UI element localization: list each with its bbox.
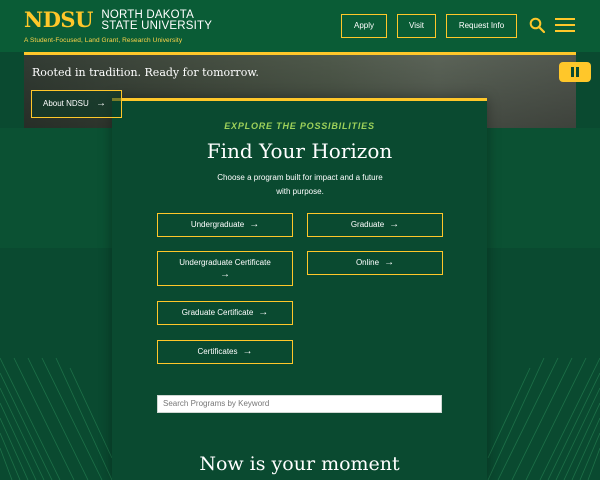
arrow-right-icon: → — [249, 219, 260, 230]
program-search-input[interactable]: Search Programs by Keyword — [157, 395, 442, 413]
program-finder-panel: EXPLORE THE POSSIBILITIES Find Your Hori… — [112, 98, 487, 480]
eyebrow-text: EXPLORE THE POSSIBILITIES — [224, 121, 375, 131]
graduate-button[interactable]: Graduate → — [307, 213, 443, 237]
graduate-certificate-button[interactable]: Graduate Certificate → — [157, 301, 293, 325]
graduate-certificate-label: Graduate Certificate — [181, 308, 254, 317]
arrow-right-icon: → — [384, 257, 395, 268]
arrow-right-icon: → — [242, 346, 253, 357]
panel-description: Choose a program built for impact and a … — [217, 173, 383, 196]
graduate-label: Graduate — [350, 220, 385, 229]
online-button[interactable]: Online → — [307, 251, 443, 275]
logo-mark: NDSU — [24, 7, 93, 32]
pause-icon — [571, 67, 574, 77]
about-ndsu-label: About NDSU — [43, 99, 89, 108]
undergraduate-button[interactable]: Undergraduate → — [157, 213, 293, 237]
panel-title: Find Your Horizon — [206, 139, 393, 163]
certificates-label: Certificates — [197, 347, 238, 356]
arrow-right-icon: → — [389, 219, 400, 230]
about-ndsu-button[interactable]: About NDSU → — [31, 90, 122, 118]
arrow-right-icon: → — [258, 307, 269, 318]
ndsu-logo[interactable]: NDSU NORTH DAKOTA STATE UNIVERSITY — [24, 8, 212, 32]
undergraduate-certificate-label: Undergraduate Certificate — [179, 257, 271, 267]
request-info-button[interactable]: Request Info — [446, 14, 517, 38]
online-label: Online — [355, 258, 380, 267]
arrow-right-icon: → — [96, 98, 107, 109]
site-header: NDSU NORTH DAKOTA STATE UNIVERSITY A Stu… — [0, 0, 600, 52]
undergraduate-certificate-button[interactable]: Undergraduate Certificate → — [157, 251, 293, 286]
logo-name: NORTH DAKOTA STATE UNIVERSITY — [101, 8, 212, 32]
hamburger-menu-icon[interactable] — [555, 18, 575, 32]
visit-button[interactable]: Visit — [397, 14, 436, 38]
arrow-right-icon: → — [220, 268, 230, 280]
hero-headline: Rooted in tradition. Ready for tomorrow. — [32, 66, 259, 79]
apply-button[interactable]: Apply — [341, 14, 387, 38]
certificates-button[interactable]: Certificates → — [157, 340, 293, 364]
pause-button[interactable] — [559, 62, 591, 82]
search-icon[interactable] — [529, 17, 545, 33]
logo-line-2: STATE UNIVERSITY — [101, 20, 213, 32]
tagline: A Student-Focused, Land Grant, Research … — [24, 37, 183, 44]
undergraduate-label: Undergraduate — [190, 220, 245, 229]
moment-heading: Now is your moment — [199, 453, 400, 475]
